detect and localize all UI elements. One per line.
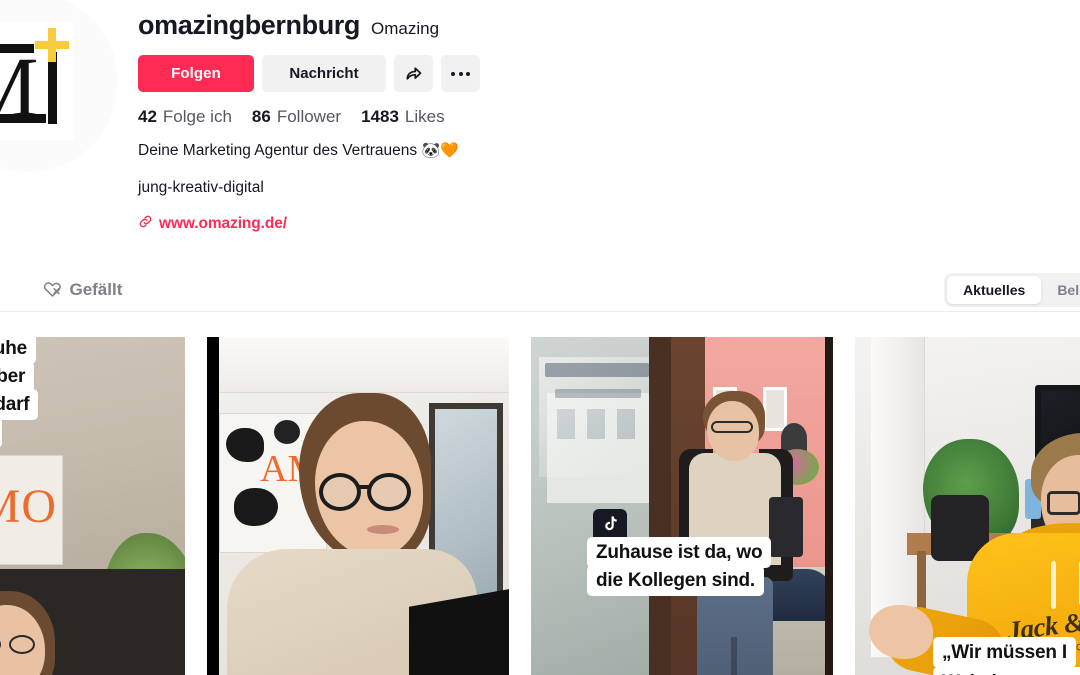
share-button[interactable]: [394, 55, 433, 92]
video-1-overlay-line-3: ollegin Redebedarf: [0, 389, 39, 420]
profile-actions: Folgen Nachricht: [138, 55, 938, 92]
more-options-icon: [451, 71, 470, 76]
sort-option-latest[interactable]: Aktuelles: [947, 276, 1042, 304]
orange-heart-emoji: 🧡: [440, 142, 459, 159]
video-4-overlay-line-2: Website neu ma: [933, 667, 1080, 675]
profile-bio-line1: Deine Marketing Agentur des Vertrauens 🐼…: [138, 140, 938, 161]
stat-followers-label: Follower: [276, 107, 342, 126]
logo-m-letter: M: [0, 44, 38, 130]
stat-likes: 1483 Likes: [361, 107, 445, 127]
profile-tabbar: s Gefällt: [0, 268, 1080, 312]
stat-following-label: Folge ich: [162, 107, 232, 126]
video-3-overlay-line-1: Zuhause ist da, wo: [587, 537, 772, 568]
profile-bio-line2: jung-kreativ-digital: [138, 179, 264, 196]
avatar-circle: M: [0, 0, 118, 172]
video-3-thumbnail: [531, 337, 833, 675]
sort-option-popular[interactable]: Beli: [1041, 276, 1080, 304]
avatar[interactable]: M: [0, 0, 118, 172]
share-arrow-icon: [403, 63, 424, 84]
video-grid: AMO wenn du in Ruhe en möchtest, aber ol…: [0, 337, 1080, 675]
link-chain-icon: [138, 214, 153, 234]
bio-text: Deine Marketing Agentur des Vertrauens: [138, 142, 422, 159]
stat-likes-label: Likes: [404, 107, 445, 126]
profile-name-row: omazingbernburg Omazing: [138, 8, 938, 42]
logo-plus-icon: [35, 28, 69, 62]
heart-slash-icon: [43, 280, 62, 299]
video-4-overlay-line-1: „Wir müssen I: [933, 637, 1076, 668]
message-button[interactable]: Nachricht: [262, 55, 386, 92]
tab-liked-label: Gefällt: [69, 279, 123, 299]
profile-link-row[interactable]: www.omazing.de/: [138, 214, 938, 234]
stat-likes-count: 1483: [361, 107, 399, 126]
video-1-overlay-line-1: wenn du in Ruhe: [0, 337, 36, 364]
tiktok-profile-page: M omazingbernburg Omazing Folgen Nachric…: [0, 0, 1080, 675]
video-1-overlay-line-2: en möchtest, aber: [0, 361, 35, 392]
stat-following[interactable]: 42 Folge ich: [138, 107, 232, 127]
sort-segmented-control: Aktuelles Beli: [944, 273, 1080, 307]
page-title: omazingbernburg: [138, 10, 360, 40]
tabbar-divider: [0, 311, 1080, 312]
video-2-woman-at-desk[interactable]: AM: [207, 337, 509, 675]
stat-followers-count: 86: [251, 107, 271, 126]
video-1-two-colleagues-couch[interactable]: AMO wenn du in Ruhe en möchtest, aber ol…: [0, 337, 185, 675]
video-1-overlay-line-4: hat.: [0, 417, 2, 448]
omazing-logo-avatar: M: [0, 22, 74, 140]
tab-videos[interactable]: s: [0, 268, 17, 311]
video-4-thumbnail: Jack & Jones PREMIUM QUALITY: [855, 337, 1080, 675]
stat-following-count: 42: [138, 107, 157, 126]
more-options-button[interactable]: [441, 55, 480, 92]
panda-emoji: 🐼: [421, 142, 441, 159]
video-4-man-yellow-hoodie[interactable]: Jack & Jones PREMIUM QUALITY „Wir müssen…: [855, 337, 1080, 675]
video-2-thumbnail: AM: [207, 337, 509, 675]
logo-bar-right: [48, 52, 57, 124]
tiktok-note-icon: [601, 514, 620, 538]
follow-button[interactable]: Folgen: [138, 55, 254, 92]
profile-header: M omazingbernburg Omazing Folgen Nachric…: [0, 0, 1080, 268]
profile-nickname: Omazing: [371, 19, 440, 38]
stat-followers[interactable]: 86 Follower: [252, 107, 341, 127]
tab-liked[interactable]: Gefällt: [17, 268, 148, 311]
profile-info: omazingbernburg Omazing Folgen Nachricht: [138, 8, 938, 234]
profile-website-link[interactable]: www.omazing.de/: [159, 215, 287, 233]
video-3-woman-in-doorway[interactable]: Zuhause ist da, wo die Kollegen sind.: [531, 337, 833, 675]
profile-stats: 42 Folge ich 86 Follower 1483 Likes: [138, 107, 938, 127]
tab-list: s Gefällt: [0, 268, 148, 311]
video-3-overlay-line-2: die Kollegen sind.: [587, 565, 764, 596]
